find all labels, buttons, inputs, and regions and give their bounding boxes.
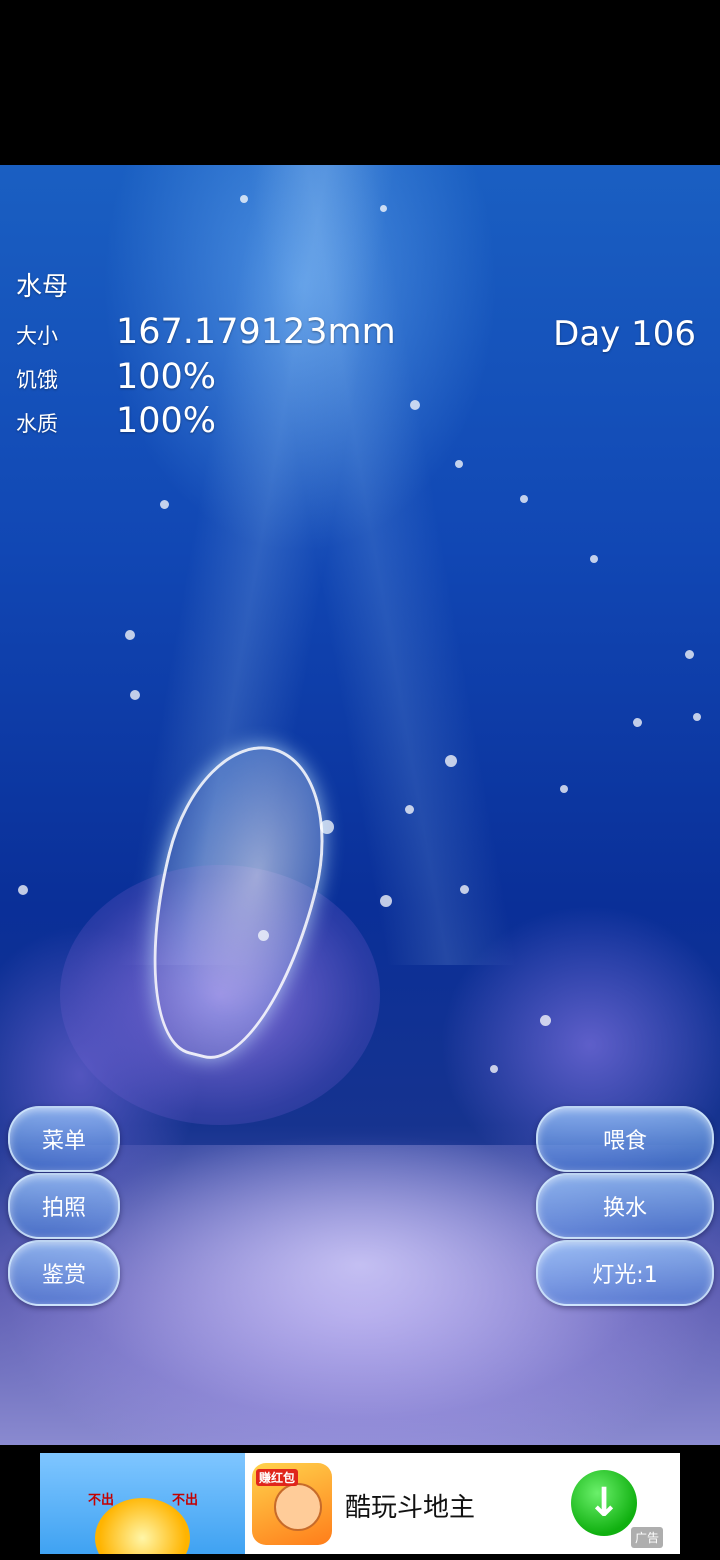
appreciate-button[interactable]: 鉴赏: [8, 1240, 120, 1306]
bubble: [240, 195, 248, 203]
ad-icon-tag: 赚红包: [256, 1469, 299, 1486]
change-water-button[interactable]: 换水: [536, 1173, 714, 1239]
bubble: [125, 630, 135, 640]
ad-app-icon[interactable]: 赚红包: [252, 1463, 332, 1545]
bubble: [590, 555, 598, 563]
day-counter: Day 106: [553, 314, 696, 354]
bubble: [130, 690, 140, 700]
ad-badge: 广告: [631, 1527, 664, 1548]
menu-button[interactable]: 菜单: [8, 1106, 120, 1172]
bubble: [160, 500, 169, 509]
size-label: 大小: [16, 324, 58, 348]
hunger-label: 饥饿: [16, 368, 58, 392]
bubble: [540, 1015, 551, 1026]
light-button[interactable]: 灯光:1: [536, 1240, 714, 1306]
bubble: [455, 460, 463, 468]
bubble: [685, 650, 694, 659]
bubble: [693, 713, 701, 721]
water-quality-label: 水质: [16, 412, 58, 436]
ad-banner[interactable]: 不出 不出 赚红包 酷玩斗地主 ↓ 广告: [40, 1453, 680, 1554]
photo-button[interactable]: 拍照: [8, 1173, 120, 1239]
ad-character-icon: [274, 1483, 322, 1531]
bubble: [460, 885, 469, 894]
bubble: [520, 495, 528, 503]
pet-name: 水母: [16, 272, 69, 302]
bubble: [490, 1065, 498, 1073]
water-quality-value: 100%: [116, 401, 217, 441]
bubble: [633, 718, 642, 727]
feed-button[interactable]: 喂食: [536, 1106, 714, 1172]
bubble: [410, 400, 420, 410]
light-rays: [0, 165, 720, 965]
ad-title[interactable]: 酷玩斗地主: [345, 1487, 475, 1524]
ad-game-image[interactable]: 不出 不出: [40, 1453, 245, 1554]
ad-image-text: 不出: [172, 1493, 199, 1508]
bubble: [380, 205, 387, 212]
download-icon[interactable]: ↓: [571, 1470, 637, 1536]
size-value: 167.179123mm: [116, 312, 396, 352]
status-bar-area: [0, 0, 720, 165]
bubble: [445, 755, 457, 767]
hunger-value: 100%: [116, 357, 217, 397]
bubble: [405, 805, 414, 814]
bubble: [380, 895, 392, 907]
bubble: [560, 785, 568, 793]
ad-image-text: 不出: [88, 1493, 115, 1508]
bubble: [18, 885, 28, 895]
